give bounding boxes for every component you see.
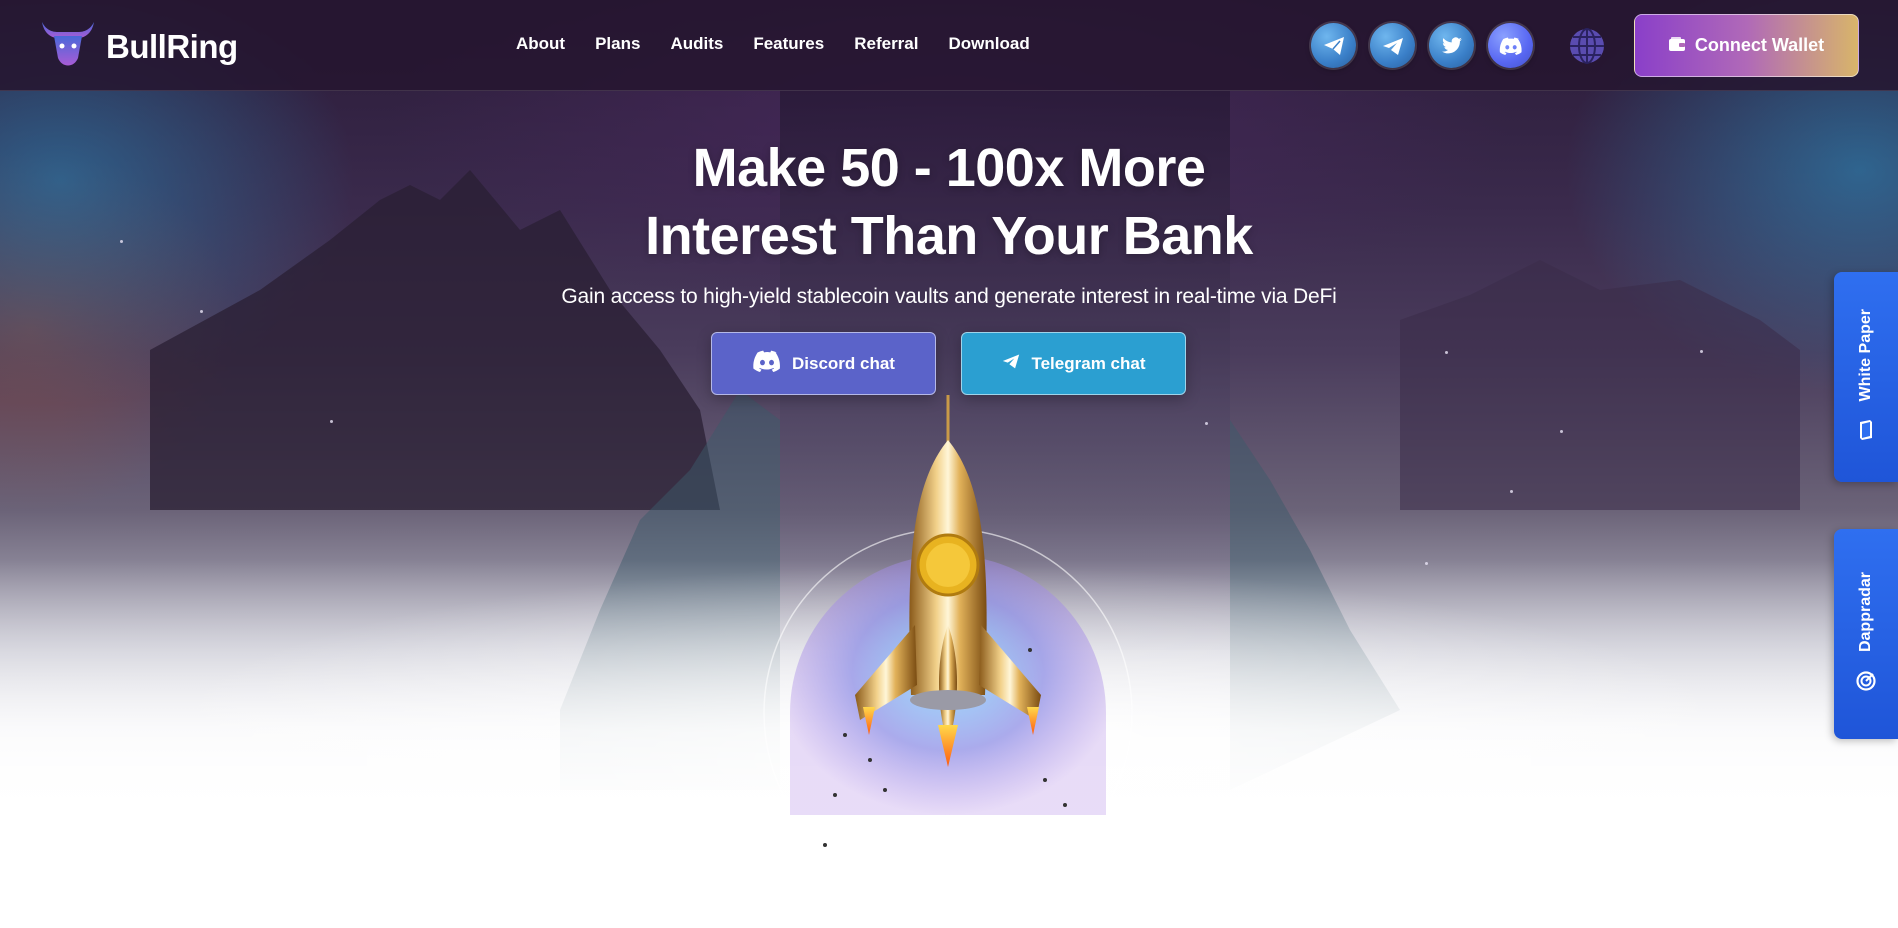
nav-link-features[interactable]: Features xyxy=(753,34,824,54)
telegram-icon xyxy=(1001,352,1021,375)
dappradar-icon xyxy=(1856,670,1876,696)
brand-logo-link[interactable]: BullRing xyxy=(38,16,238,77)
main-nav: About Plans Audits Features Referral Dow… xyxy=(516,34,1030,54)
book-icon xyxy=(1858,419,1874,445)
twitter-icon[interactable] xyxy=(1429,23,1474,68)
telegram-chat-button[interactable]: Telegram chat xyxy=(961,332,1186,395)
hero-headline-line2: Interest Than Your Bank xyxy=(645,206,1253,266)
hero-subheadline: Gain access to high-yield stablecoin vau… xyxy=(561,285,1337,308)
wallet-icon xyxy=(1668,35,1685,56)
connect-wallet-label: Connect Wallet xyxy=(1694,35,1825,55)
hero-headline: Make 50 - 100x More Interest Than Your B… xyxy=(0,134,1898,270)
telegram-chat-label: Telegram chat xyxy=(1031,353,1146,373)
nav-link-referral[interactable]: Referral xyxy=(854,34,918,54)
globe-icon[interactable] xyxy=(1567,26,1607,66)
brand-name: BullRing xyxy=(106,27,238,65)
discord-chat-button[interactable]: Discord chat xyxy=(711,332,936,395)
star xyxy=(1445,351,1448,354)
nav-link-download[interactable]: Download xyxy=(948,34,1029,54)
social-links xyxy=(1311,23,1607,68)
white-paper-label: White Paper xyxy=(1857,309,1874,402)
star xyxy=(1560,430,1563,433)
rocket-illustration xyxy=(745,395,1155,898)
paper-plane-icon[interactable] xyxy=(1311,23,1356,68)
nav-link-audits[interactable]: Audits xyxy=(670,34,723,54)
star xyxy=(1205,422,1208,425)
connect-wallet-button[interactable]: Connect Wallet xyxy=(1634,14,1859,77)
discord-icon xyxy=(752,350,782,377)
dappradar-tab[interactable]: Dappradar xyxy=(1834,529,1898,739)
white-paper-tab[interactable]: White Paper xyxy=(1834,272,1898,482)
top-navbar: BullRing About Plans Audits Features Ref… xyxy=(0,0,1898,91)
telegram-icon[interactable] xyxy=(1370,23,1415,68)
discord-chat-label: Discord chat xyxy=(792,353,895,373)
discord-icon[interactable] xyxy=(1488,23,1533,68)
bull-head-icon xyxy=(38,16,98,77)
star xyxy=(1510,490,1513,493)
star xyxy=(200,310,203,313)
nav-link-plans[interactable]: Plans xyxy=(595,34,640,54)
star xyxy=(1700,350,1703,353)
dappradar-label: Dappradar xyxy=(1857,572,1874,653)
nav-link-about[interactable]: About xyxy=(516,34,565,54)
hero-headline-line1: Make 50 - 100x More xyxy=(692,138,1206,198)
star xyxy=(330,420,333,423)
